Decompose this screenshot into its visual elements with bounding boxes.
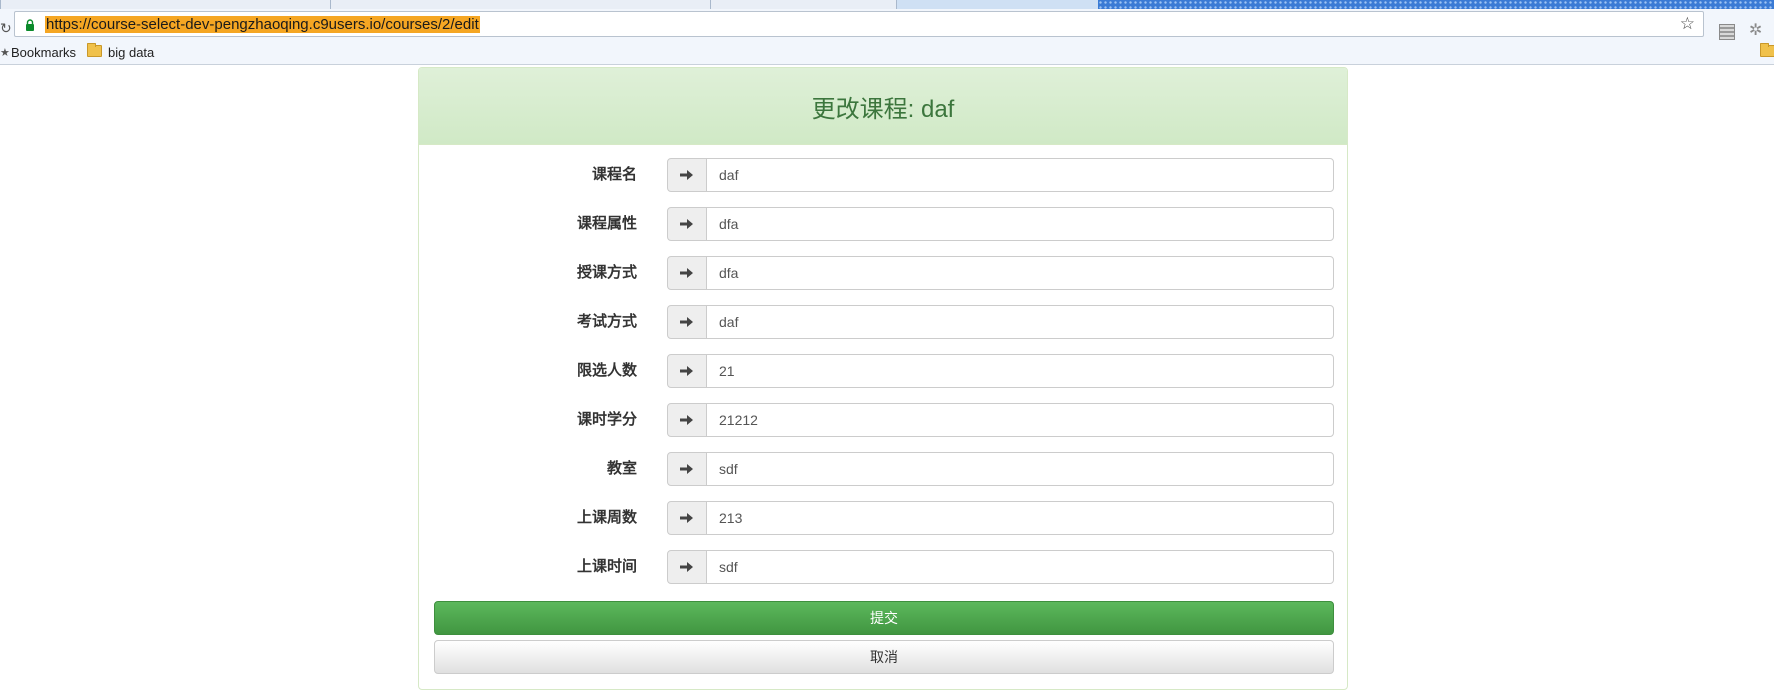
input-addon: [667, 256, 707, 290]
star-icon[interactable]: ☆: [1680, 14, 1695, 34]
tab-strip: [0, 0, 1774, 9]
field-label: 上课时间: [576, 558, 637, 575]
bookmarks-bar: ★ Bookmarks big data: [0, 40, 1774, 65]
cancel-button[interactable]: 取消: [434, 640, 1334, 674]
field-label: 课时学分: [576, 411, 637, 428]
form-row-enrollment-limit: 限选人数: [419, 354, 1347, 388]
field-label: 考试方式: [576, 313, 637, 330]
input-addon: [667, 550, 707, 584]
bookmark-star-icon: ★: [0, 47, 10, 59]
form-row-course-name: 课程名: [419, 158, 1347, 192]
course-attribute-input[interactable]: [706, 207, 1334, 241]
bookmark-item-big-data[interactable]: big data: [108, 45, 154, 60]
panel-heading: 更改课程: daf: [419, 68, 1347, 145]
submit-button[interactable]: 提交: [434, 601, 1334, 635]
folder-icon[interactable]: [1760, 43, 1774, 57]
form-row-classroom: 教室: [419, 452, 1347, 486]
address-bar[interactable]: https://course-select-dev-pengzhaoqing.c…: [14, 11, 1704, 37]
arrow-right-icon: [680, 365, 694, 377]
edit-course-panel: 更改课程: daf 课程名 课程属性 授课方式 考试方式: [418, 67, 1348, 690]
arrow-right-icon: [680, 316, 694, 328]
browser-toolbar: ↻ https://course-select-dev-pengzhaoqing…: [0, 9, 1774, 40]
arrow-right-icon: [680, 512, 694, 524]
exam-method-input[interactable]: [706, 305, 1334, 339]
input-addon: [667, 501, 707, 535]
browser-tab[interactable]: [0, 0, 332, 9]
field-label: 教室: [606, 460, 637, 477]
form-row-course-attribute: 课程属性: [419, 207, 1347, 241]
form-row-teaching-method: 授课方式: [419, 256, 1347, 290]
field-label: 上课周数: [576, 509, 637, 526]
arrow-right-icon: [680, 414, 694, 426]
url-text[interactable]: https://course-select-dev-pengzhaoqing.c…: [45, 16, 480, 33]
settings-icon[interactable]: ✲: [1749, 22, 1762, 40]
bookmark-item-bookmarks[interactable]: Bookmarks: [11, 45, 76, 60]
teaching-method-input[interactable]: [706, 256, 1334, 290]
arrow-right-icon: [680, 267, 694, 279]
input-addon: [667, 354, 707, 388]
field-label: 课程属性: [576, 215, 637, 232]
browser-tab[interactable]: [330, 0, 712, 9]
field-label: 授课方式: [576, 264, 637, 281]
field-label: 课程名: [591, 166, 637, 183]
form-row-hours-credits: 课时学分: [419, 403, 1347, 437]
hours-credits-input[interactable]: [706, 403, 1334, 437]
input-addon: [667, 403, 707, 437]
enrollment-limit-input[interactable]: [706, 354, 1334, 388]
arrow-right-icon: [680, 218, 694, 230]
form-row-exam-method: 考试方式: [419, 305, 1347, 339]
input-addon: [667, 305, 707, 339]
field-label: 限选人数: [576, 362, 637, 379]
classroom-input[interactable]: [706, 452, 1334, 486]
form-row-class-time: 上课时间: [419, 550, 1347, 584]
tab-strip-pattern: [1098, 0, 1774, 9]
input-addon: [667, 158, 707, 192]
form-row-class-weeks: 上课周数: [419, 501, 1347, 535]
lock-icon: [25, 18, 35, 31]
reload-icon[interactable]: ↻: [0, 21, 12, 35]
arrow-right-icon: [680, 463, 694, 475]
browser-tab[interactable]: [710, 0, 897, 9]
arrow-right-icon: [680, 169, 694, 181]
folder-icon: [87, 43, 102, 57]
class-time-input[interactable]: [706, 550, 1334, 584]
course-name-input[interactable]: [706, 158, 1334, 192]
class-weeks-input[interactable]: [706, 501, 1334, 535]
extension-icon[interactable]: [1719, 24, 1735, 40]
input-addon: [667, 207, 707, 241]
arrow-right-icon: [680, 561, 694, 573]
page-title: 更改课程: daf: [811, 95, 955, 123]
input-addon: [667, 452, 707, 486]
